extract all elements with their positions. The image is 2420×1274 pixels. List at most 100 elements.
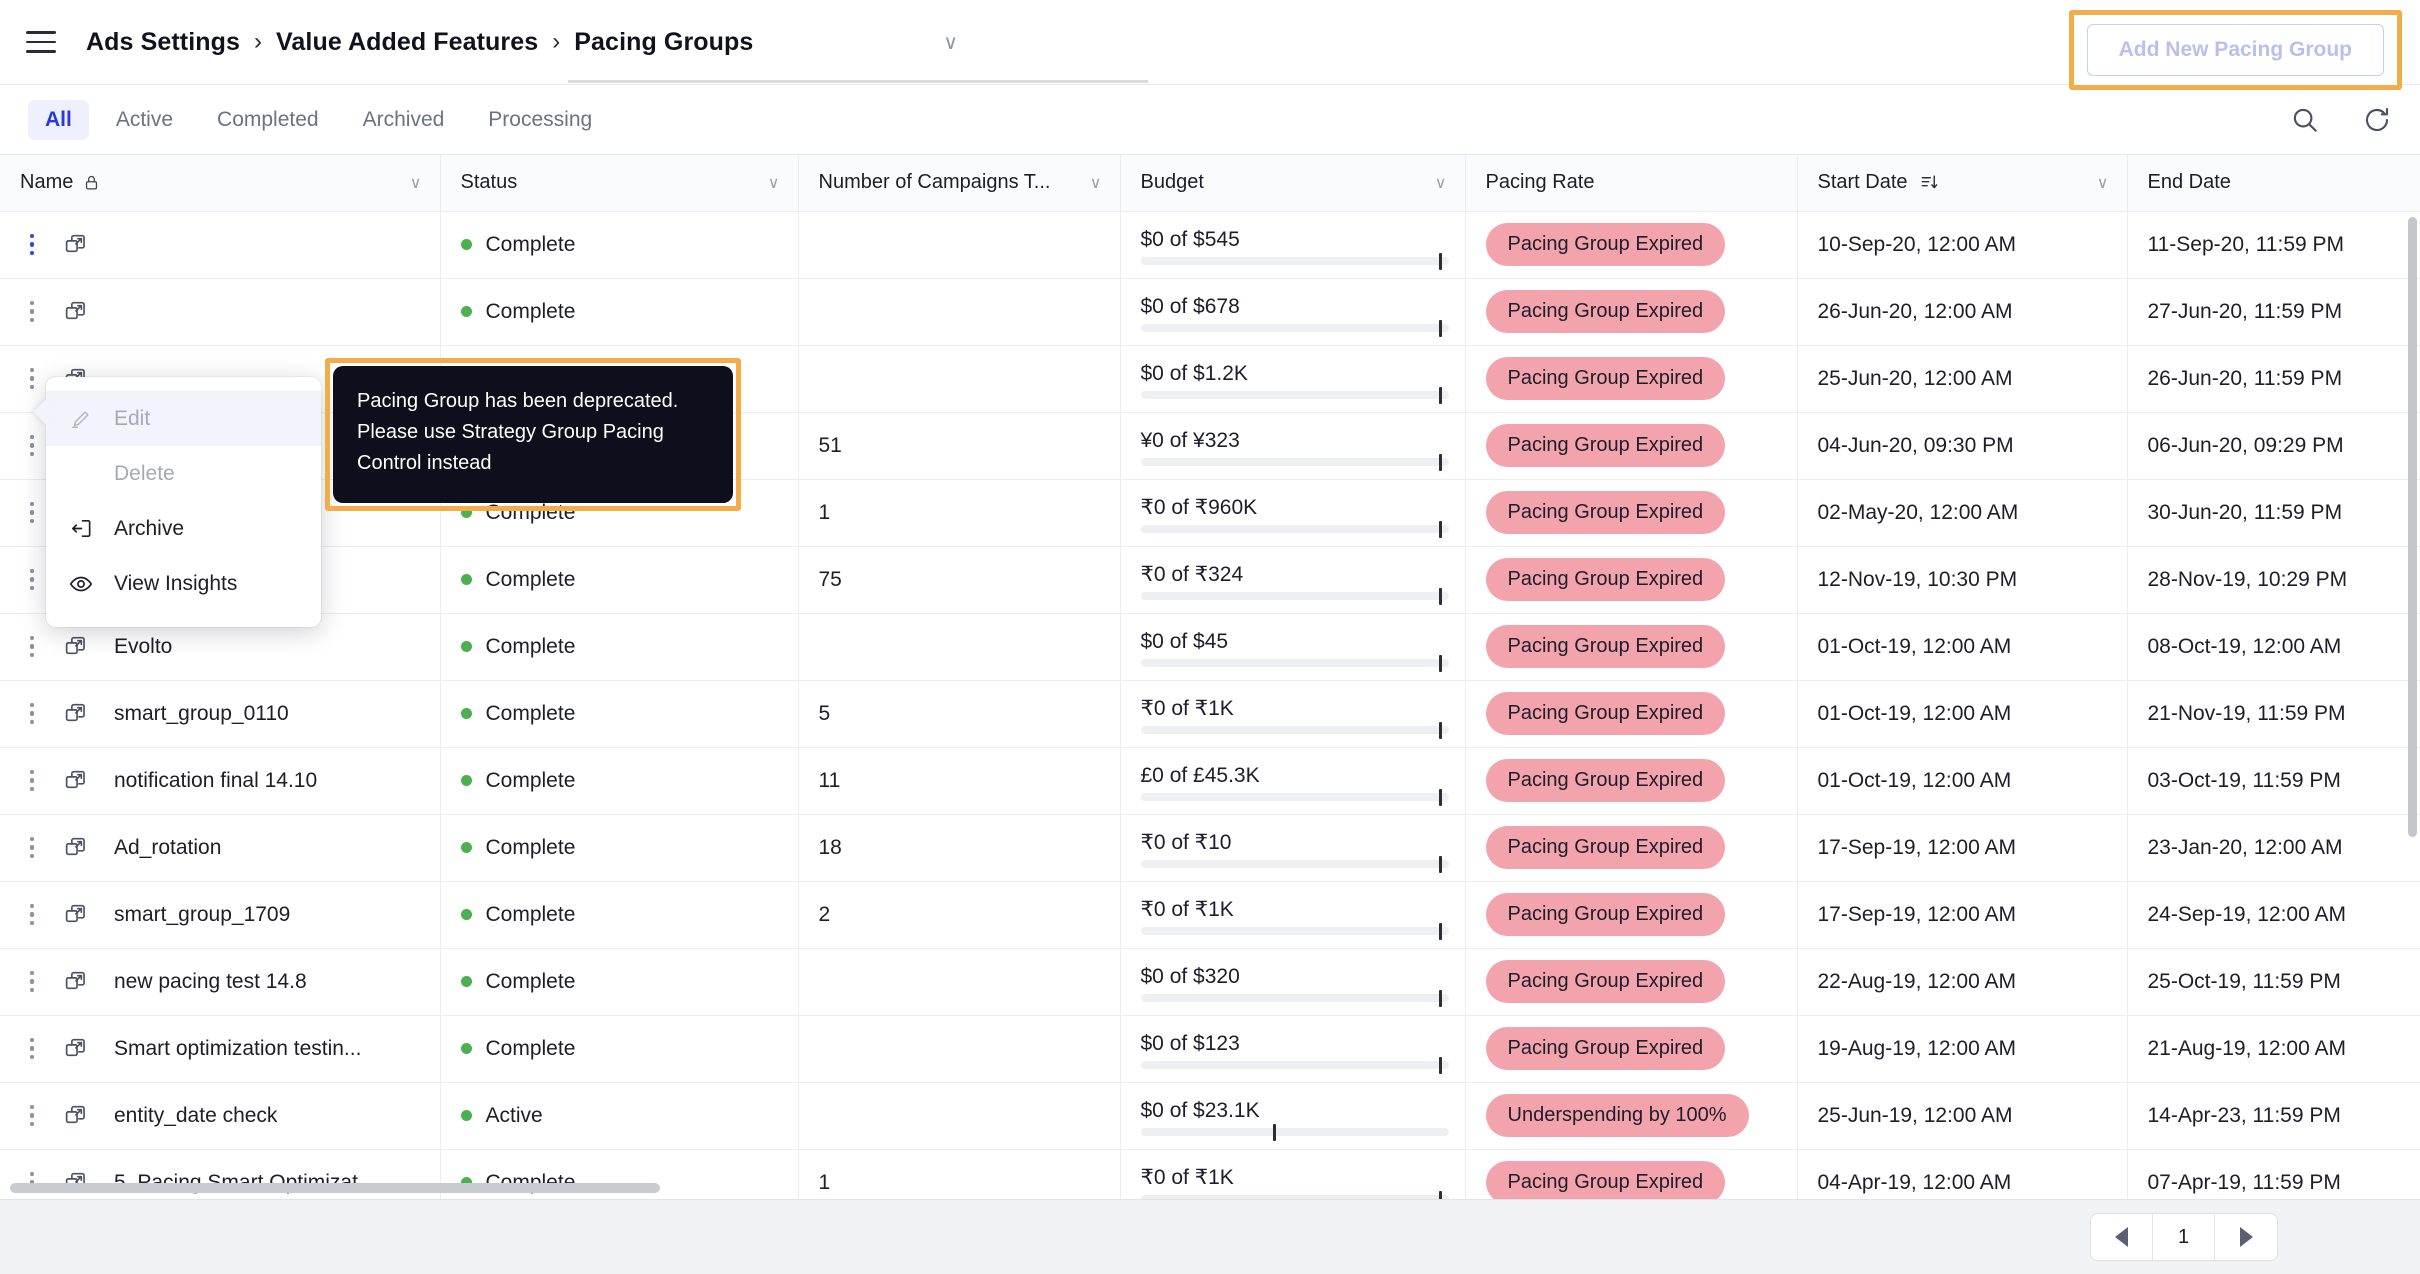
cell-name: smart_group_0110 — [0, 680, 441, 748]
sort-desc-icon[interactable] — [1920, 173, 1939, 192]
row-actions-kebab-icon[interactable] — [12, 903, 52, 926]
status-label: Active — [485, 1103, 543, 1127]
context-menu-item-view-insights[interactable]: View Insights — [46, 556, 321, 611]
row-actions-kebab-icon[interactable] — [12, 970, 52, 993]
duplicate-icon[interactable] — [52, 969, 98, 994]
cell-pacing-rate: Pacing Group Expired — [1465, 948, 1798, 1016]
row-actions-kebab-icon[interactable] — [12, 233, 52, 256]
column-header-start-date[interactable]: Start Date ∨ — [1797, 155, 2128, 212]
status-badge: Pacing Group Expired — [1485, 960, 1726, 1003]
table-row[interactable]: smart_group_1709 Complete 2 ₹0 of ₹1K Pacing… — [0, 881, 2420, 949]
row-context-menu: Edit Delete Archive View Insights — [33, 377, 321, 627]
breadcrumb-item-value-added-features[interactable]: Value Added Features — [276, 28, 538, 57]
column-header-budget-label: Budget — [1140, 171, 1204, 194]
vertical-scrollbar[interactable] — [2408, 217, 2417, 837]
cell-start-date: 17-Sep-19, 12:00 AM — [1797, 881, 2128, 949]
cell-budget: ₹0 of ₹1K — [1120, 1149, 1466, 1199]
budget-progress-marker — [1439, 1190, 1443, 1199]
add-new-pacing-group-button[interactable]: Add New Pacing Group — [2086, 24, 2384, 76]
column-menu-caret-campaigns[interactable]: ∨ — [1090, 173, 1102, 193]
tab-processing[interactable]: Processing — [471, 100, 609, 140]
budget-label: $0 of $23.1K — [1140, 1098, 1260, 1122]
row-actions-kebab-icon[interactable] — [12, 635, 52, 658]
status-dot-icon — [460, 641, 472, 652]
cell-start-date: 19-Aug-19, 12:00 AM — [1797, 1015, 2128, 1083]
budget-progress-track — [1140, 390, 1449, 399]
row-actions-kebab-icon[interactable] — [12, 702, 52, 725]
budget-progress-marker — [1439, 386, 1443, 404]
search-icon[interactable] — [2288, 103, 2322, 137]
column-header-name[interactable]: Name ∨ — [0, 155, 441, 212]
app-root: Ads Settings › Value Added Features › Pa… — [0, 0, 2420, 1274]
tab-completed[interactable]: Completed — [200, 100, 336, 140]
column-header-campaigns[interactable]: Number of Campaigns T... ∨ — [798, 155, 1121, 212]
row-actions-kebab-icon[interactable] — [12, 300, 52, 323]
column-header-pacing-rate[interactable]: Pacing Rate — [1465, 155, 1798, 212]
row-actions-kebab-icon[interactable] — [12, 836, 52, 859]
row-actions-kebab-icon[interactable] — [12, 769, 52, 792]
column-menu-caret-start-date[interactable]: ∨ — [2097, 173, 2109, 193]
table-row[interactable]: cehck2323Complete75₹0 of ₹324Pacing Grou… — [0, 546, 2420, 614]
budget-label: $0 of $320 — [1140, 964, 1240, 988]
cell-name: notification final 14.10 — [0, 747, 441, 815]
duplicate-icon[interactable] — [52, 299, 98, 324]
table-row[interactable]: Complete $0 of $678 Pacing Group Expired 26… — [0, 278, 2420, 346]
column-menu-caret-name[interactable]: ∨ — [410, 173, 422, 193]
table-row[interactable]: Smart optimization testin... Complete $0 o… — [0, 1015, 2420, 1083]
duplicate-icon[interactable] — [52, 634, 98, 659]
duplicate-icon[interactable] — [52, 232, 98, 257]
pagination-next-button[interactable] — [2215, 1214, 2277, 1260]
cell-pacing-rate: Pacing Group Expired — [1465, 345, 1798, 413]
cell-name: Smart optimization testin... — [0, 1015, 441, 1083]
column-menu-caret-budget[interactable]: ∨ — [1435, 173, 1447, 193]
budget-label: $0 of $678 — [1140, 294, 1240, 318]
cell-end-date: 07-Apr-19, 11:59 PM — [2127, 1149, 2420, 1199]
status-dot-icon — [460, 574, 472, 585]
cell-budget: $0 of $123 — [1120, 1015, 1466, 1083]
duplicate-icon[interactable] — [52, 835, 98, 860]
table-row[interactable]: notification final 14.10 Complete 11 £0 of … — [0, 747, 2420, 815]
horizontal-scrollbar[interactable] — [10, 1183, 660, 1193]
budget-progress-track — [1140, 792, 1449, 801]
cell-budget: $0 of $320 — [1120, 948, 1466, 1016]
refresh-icon[interactable] — [2360, 103, 2394, 137]
cell-end-date: 08-Oct-19, 12:00 AM — [2127, 613, 2420, 681]
column-menu-caret-status[interactable]: ∨ — [768, 173, 780, 193]
tab-active[interactable]: Active — [99, 100, 190, 140]
table-row[interactable]: smart_group_0110 Complete 5 ₹0 of ₹1K Pacing… — [0, 680, 2420, 748]
cell-pacing-rate: Pacing Group Expired — [1465, 613, 1798, 681]
column-header-end-date[interactable]: End Date — [2127, 155, 2420, 212]
duplicate-icon[interactable] — [52, 902, 98, 927]
status-badge: Pacing Group Expired — [1485, 692, 1726, 735]
cell-budget: $0 of $678 — [1120, 278, 1466, 346]
context-menu-item-archive[interactable]: Archive — [46, 501, 321, 556]
column-header-status-label: Status — [460, 171, 518, 194]
table-row[interactable]: Evolto Complete $0 of $45 Pacing Group Expi… — [0, 613, 2420, 681]
column-header-status[interactable]: Status ∨ — [440, 155, 799, 212]
cell-end-date: 25-Oct-19, 11:59 PM — [2127, 948, 2420, 1016]
chevron-down-icon[interactable]: ∨ — [943, 30, 958, 55]
status-dot-icon — [460, 909, 472, 920]
pagination-prev-button[interactable] — [2091, 1214, 2153, 1260]
budget-progress-bar — [1140, 989, 1449, 1007]
table-row[interactable]: Ad_rotation Complete 18 ₹0 of ₹10 Pacing Gro… — [0, 814, 2420, 882]
status-label: Complete — [485, 701, 576, 725]
duplicate-icon[interactable] — [52, 701, 98, 726]
row-actions-kebab-icon[interactable] — [12, 1037, 52, 1060]
duplicate-icon[interactable] — [52, 1103, 98, 1128]
table-row[interactable]: entity_date check Active $0 of $23.1K Under… — [0, 1082, 2420, 1150]
context-menu-item-delete[interactable]: Delete — [46, 446, 321, 501]
breadcrumb-item-ads-settings[interactable]: Ads Settings — [86, 28, 240, 57]
context-menu-item-edit[interactable]: Edit — [46, 391, 321, 446]
hamburger-icon[interactable] — [26, 27, 60, 57]
breadcrumb-item-pacing-groups[interactable]: Pacing Groups — [574, 28, 753, 57]
tab-all[interactable]: All — [28, 99, 89, 140]
row-actions-kebab-icon[interactable] — [12, 1104, 52, 1127]
duplicate-icon[interactable] — [52, 768, 98, 793]
table-row[interactable]: Complete $0 of $545 Pacing Group Expired 10… — [0, 211, 2420, 279]
tab-archived[interactable]: Archived — [346, 100, 462, 140]
duplicate-icon[interactable] — [52, 1036, 98, 1061]
table-row[interactable]: new pacing test 14.8 Complete $0 of $320 Pa… — [0, 948, 2420, 1016]
top-bar: Ads Settings › Value Added Features › Pa… — [0, 0, 2420, 90]
column-header-budget[interactable]: Budget ∨ — [1120, 155, 1466, 212]
